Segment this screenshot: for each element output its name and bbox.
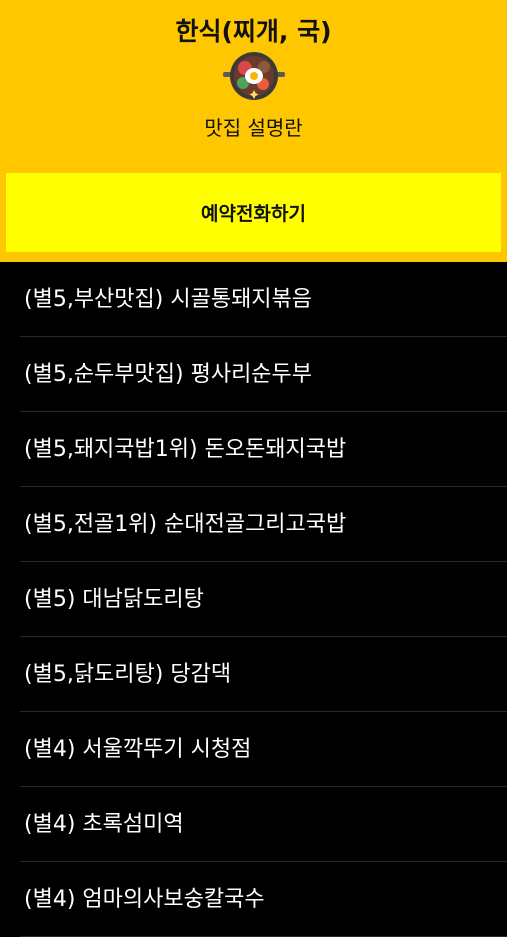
list-item[interactable]: (별5,부산맛집) 시골통돼지볶음 <box>0 262 507 337</box>
list-item[interactable]: (별5,순두부맛집) 평사리순두부 <box>0 337 507 412</box>
list-item[interactable]: (별5) 대남닭도리탕 <box>0 562 507 637</box>
list-item[interactable]: (별5,돼지국밥1위) 돈오돈돼지국밥 <box>0 412 507 487</box>
list-item[interactable]: (별4) 서울깍뚜기 시청점 <box>0 712 507 787</box>
reservation-call-button[interactable]: 예약전화하기 <box>6 173 501 252</box>
header: 한식(찌개, 국) 맛집 설명란 예약전화하기 <box>0 0 507 262</box>
hotpot-icon <box>223 52 285 100</box>
description-label: 맛집 설명란 <box>204 116 303 140</box>
list-item[interactable]: (별4) 초록섬미역 <box>0 787 507 862</box>
restaurant-list: (별5,부산맛집) 시골통돼지볶음 (별5,순두부맛집) 평사리순두부 (별5,… <box>0 262 507 937</box>
list-item[interactable]: (별5,닭도리탕) 당감댁 <box>0 637 507 712</box>
page-title: 한식(찌개, 국) <box>175 17 332 46</box>
list-item[interactable]: (별5,전골1위) 순대전골그리고국밥 <box>0 487 507 562</box>
